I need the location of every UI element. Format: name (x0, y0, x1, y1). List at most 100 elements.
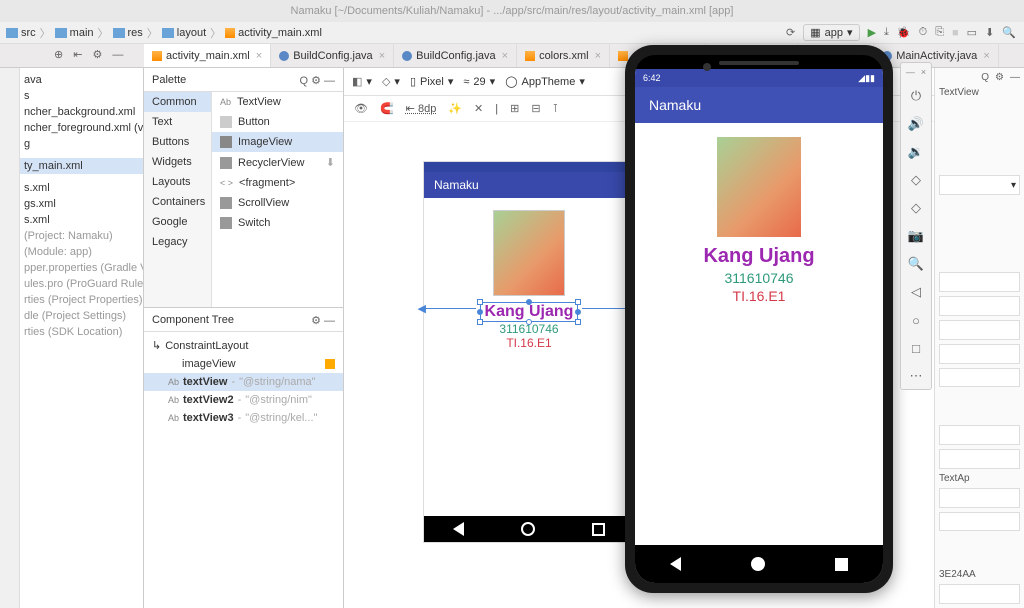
crumb-file[interactable]: activity_main.xml (225, 27, 322, 39)
search-icon[interactable]: Q (299, 75, 308, 87)
attr-field[interactable] (939, 272, 1020, 292)
avd-icon[interactable]: ▭ (967, 26, 977, 39)
tab-buildconfig2[interactable]: BuildConfig.java× (394, 44, 517, 67)
stop-icon[interactable]: ■ (952, 27, 959, 39)
close-icon[interactable]: × (595, 50, 601, 62)
close-icon[interactable]: × (379, 50, 385, 62)
guideline-icon[interactable]: ⊺ (553, 102, 559, 115)
orientation-icon[interactable]: ◇ (382, 75, 390, 88)
back-icon[interactable]: ◁ (907, 283, 925, 301)
close-icon[interactable]: × (983, 50, 989, 62)
tree-item[interactable]: ava (20, 72, 143, 88)
magnet-icon[interactable]: 🧲 (380, 102, 394, 115)
palette-item-scrollview[interactable]: ScrollView (212, 193, 343, 213)
wand-icon[interactable]: ✨ (448, 102, 462, 115)
tab-mainactivity[interactable]: MainActivity.java× (874, 44, 999, 67)
attr-field[interactable] (939, 320, 1020, 340)
palette-item-textview[interactable]: AbTextView (212, 92, 343, 112)
tree-item[interactable]: (Module: app) (20, 244, 143, 260)
tree-item[interactable]: s.xml (20, 212, 143, 228)
close-icon[interactable]: × (256, 50, 262, 62)
tree-item[interactable]: (Project: Namaku) (20, 228, 143, 244)
attr-field[interactable] (939, 584, 1020, 604)
palette-item-fragment[interactable]: < ><fragment> (212, 173, 343, 193)
align-icon[interactable]: ⊞ (510, 102, 519, 115)
attr-field[interactable] (939, 368, 1020, 388)
tree-item[interactable]: ncher_foreground.xml (v24) (20, 120, 143, 136)
tree-item[interactable]: g (20, 136, 143, 152)
tab-buildconfig1[interactable]: BuildConfig.java× (271, 44, 394, 67)
volume-down-icon[interactable]: 🔉 (907, 143, 925, 161)
back-button[interactable] (670, 557, 681, 571)
attr-field[interactable] (939, 449, 1020, 469)
run-config-dropdown[interactable]: ▦ app ▾ (803, 24, 859, 41)
attr-field[interactable] (939, 425, 1020, 445)
tree-item-selected[interactable]: ty_main.xml (20, 158, 143, 174)
palette-cat-text[interactable]: Text (144, 112, 211, 132)
recents-button[interactable] (835, 558, 848, 571)
overview-icon[interactable]: □ (907, 339, 925, 357)
attach-icon[interactable]: ⎘ (935, 26, 944, 39)
volume-up-icon[interactable]: 🔊 (907, 115, 925, 133)
attr-field[interactable]: ▾ (939, 175, 1020, 195)
tree-item[interactable]: rties (Project Properties) (20, 292, 143, 308)
palette-cat-containers[interactable]: Containers (144, 192, 211, 212)
power-icon[interactable]: ⏻ (907, 87, 925, 105)
tree-item[interactable]: dle (Project Settings) (20, 308, 143, 324)
preview-imageview[interactable] (493, 210, 565, 296)
search-icon[interactable]: Q (981, 72, 989, 83)
ct-textview[interactable]: AbtextView- "@string/nama" (144, 373, 343, 391)
home-icon[interactable]: ○ (907, 311, 925, 329)
clear-icon[interactable]: ✕ (474, 102, 483, 115)
close-icon[interactable]: × (502, 50, 508, 62)
api-dropdown[interactable]: ≈ 29 ▾ (463, 75, 495, 88)
hide-icon[interactable]: — (112, 49, 123, 61)
project-tree[interactable]: ava s ncher_background.xml ncher_foregro… (20, 68, 144, 608)
debug-icon[interactable]: 🐞 (897, 26, 911, 39)
palette-cat-legacy[interactable]: Legacy (144, 232, 211, 252)
ct-textview3[interactable]: AbtextView3- "@string/kel..." (144, 409, 343, 427)
palette-item-recycler[interactable]: RecyclerView⬇ (212, 152, 343, 173)
preview-textview-name-selected[interactable]: Kang Ujang (480, 302, 579, 322)
gear-icon[interactable]: ⚙ (311, 75, 321, 87)
collapse-icon[interactable]: ⇤ (73, 48, 82, 61)
close-icon[interactable]: × (921, 67, 926, 77)
attr-field[interactable] (939, 296, 1020, 316)
tree-item[interactable]: rties (SDK Location) (20, 324, 143, 340)
crumb-main[interactable]: main (55, 27, 94, 39)
layout-preview[interactable]: ▾ Namaku ◀ ▶ Kang Ujang (424, 162, 634, 542)
ct-imageview[interactable]: imageView (144, 355, 343, 373)
minimize-icon[interactable]: — (906, 67, 915, 77)
sync-icon[interactable]: ⟳ (786, 26, 795, 39)
apply-icon[interactable]: ⤓ (884, 26, 889, 39)
palette-cat-layouts[interactable]: Layouts (144, 172, 211, 192)
palette-cat-google[interactable]: Google (144, 212, 211, 232)
more-icon[interactable]: ⋯ (907, 367, 925, 385)
attributes-panel[interactable]: Q⚙— TextView ▾ TextAp 3E24AA (934, 68, 1024, 608)
palette-item-button[interactable]: Button (212, 112, 343, 132)
zoom-icon[interactable]: 🔍 (907, 255, 925, 273)
pack-icon[interactable]: ⊟ (531, 102, 540, 115)
attr-field[interactable] (939, 512, 1020, 532)
device-dropdown[interactable]: ▯ Pixel ▾ (410, 75, 453, 88)
emu-nav-bar[interactable] (635, 545, 883, 583)
emulator-screen[interactable]: 6:42 ◢▮▮ Namaku Kang Ujang 311610746 TI.… (635, 69, 883, 583)
ct-root[interactable]: ↳ConstraintLayout (144, 336, 343, 355)
crumb-layout[interactable]: layout (162, 27, 206, 39)
settings-icon[interactable]: ⚙ (92, 48, 102, 61)
run-icon[interactable]: ▶ (868, 26, 876, 39)
sdk-icon[interactable]: ⬇ (985, 26, 994, 39)
tab-colors[interactable]: colors.xml× (517, 44, 610, 67)
tree-item[interactable]: s.xml (20, 180, 143, 196)
eye-icon[interactable]: 👁 (354, 102, 368, 115)
rotate-right-icon[interactable]: ◇ (907, 199, 925, 217)
preview-textview-kelas[interactable]: TI.16.E1 (506, 336, 551, 350)
palette-cat-widgets[interactable]: Widgets (144, 152, 211, 172)
attr-field[interactable] (939, 344, 1020, 364)
crumb-res[interactable]: res (113, 27, 143, 39)
crumb-src[interactable]: src (6, 27, 36, 39)
tree-item[interactable]: s (20, 88, 143, 104)
view-mode-icon[interactable]: ◧ (352, 75, 362, 88)
left-tool-strip[interactable] (0, 68, 20, 608)
profile-icon[interactable]: ⏱ (919, 26, 928, 39)
